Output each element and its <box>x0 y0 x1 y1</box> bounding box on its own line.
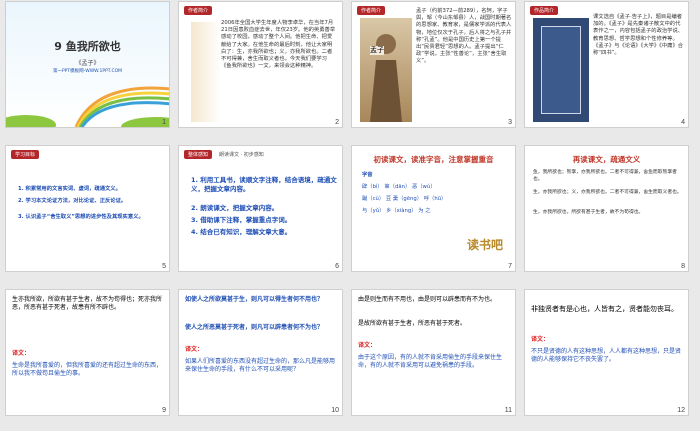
slide-thumbnail-3[interactable]: 作者简介 孟子 孟子（约前372—前289），名轲，字子舆，邹（今山东邹县）人，… <box>351 1 516 128</box>
task-item-1: 1. 利用工具书，读顺文字注释，结合语境，疏通文义，把握文章内容。 <box>191 176 337 193</box>
goal-item-2: 2. 学习本文论证方法，对比论证、正反论证。 <box>18 198 127 204</box>
source-text-1: 如使人之所欲莫甚于生，则凡可以得生者何不用也？ <box>185 296 324 303</box>
slide-number: 7 <box>508 263 512 270</box>
translation-text: 如果人们所喜爱的东西没有超过生命的，那么凡是能够用来保住生命的手段，有什么不可以… <box>185 358 336 373</box>
translation-text: 生命是我所喜爱的，但我所喜爱的还有超过生命的东西，所以我不做苟且偷生的事。 <box>12 362 163 377</box>
goal-item-3: 3. 认识孟子“舍生取义”思想的进步性及其现实意义。 <box>18 214 144 220</box>
translation-text: 由于这个原因，有的人就不肯采用偷生的手段来保住生命，有的人就不肯采用可以避免祸患… <box>358 354 503 369</box>
source-text: 非独贤者有是心也，人皆有之，贤者能勿丧耳。 <box>531 305 678 313</box>
slide-thumbnail-5[interactable]: 学习目标 1. 积累常用的文言实词、虚词，疏通文义。 2. 学习本文论证方法，对… <box>5 145 170 272</box>
work-paragraph: 课文选自《孟子·告子上》，题目是编者加的。《孟子》是先秦诸子散文中的代表作之一，… <box>593 14 684 57</box>
author-paragraph: 孟子（约前372—前289），名轲，字子舆，邹（今山东邹县）人，战国时期著名的思… <box>416 8 512 65</box>
slide-number: 1 <box>162 119 166 126</box>
portrait-image <box>360 18 412 122</box>
text-line-1: 鱼，我所欲也；熊掌，亦我所欲也。二者不可得兼，舍鱼而取熊掌者也。 <box>533 170 677 182</box>
slide-thumbnail-12[interactable]: 非独贤者有是心也，人皆有之，贤者能勿丧耳。 译文： 不只是贤德的人有这种思想，人… <box>524 289 689 416</box>
slide-number: 11 <box>504 407 512 414</box>
rainbow-illustration <box>6 86 169 127</box>
slide-number: 2 <box>335 119 339 126</box>
section-tag: 作品简介 <box>530 6 559 15</box>
sub-tag: 朗读课文 · 初步感知 <box>219 152 264 158</box>
slide-heading: 初读课文，读准字音，注意掌握重音 <box>373 155 494 164</box>
slide-number: 9 <box>162 407 166 414</box>
translation-label: 译文： <box>358 342 377 349</box>
translation-label: 译文： <box>185 346 204 353</box>
pronunciation-line-2: 蹴（cù） 豆 羹（gēng） 呼（hū） <box>362 196 447 202</box>
slide-thumbnail-11[interactable]: 由是则生而有不用也，由是则可以辟患而有不为也。 是故所欲有甚于生者，所恶有甚于死… <box>351 289 516 416</box>
slide-number: 6 <box>335 263 339 270</box>
slide-number: 12 <box>677 407 685 414</box>
slide-thumbnail-7[interactable]: 初读课文，读准字音，注意掌握重音 字音 辟（bì） 箪（dān） 恶（wù） 蹴… <box>351 145 516 272</box>
text-line-2: 生，亦我所欲也；义，亦我所欲也。二者不可得兼，舍生而取义者也。 <box>533 190 682 195</box>
slide-number: 3 <box>508 119 512 126</box>
slide-thumbnail-9[interactable]: 生亦我所欲，所欲有甚于生者，故不为苟得也；死亦我所恶，所恶有甚于死者，故患有所不… <box>5 289 170 416</box>
translation-label: 译文： <box>12 350 31 357</box>
figure-silhouette-icon <box>370 34 402 122</box>
slide-thumbnail-1[interactable]: 9 鱼我所欲也 《孟子》 第一PPT模板网-WWW.1PPT.COM 1 <box>5 1 170 128</box>
slide-thumbnail-2[interactable]: 作者简介 2006年全国大学生年度人物李卓华，在当年7月21日因患败血症去世，年… <box>178 1 343 128</box>
slide-title: 9 鱼我所欲也 <box>54 40 121 53</box>
book-cover-image <box>533 18 589 122</box>
slide-heading: 再读课文，疏通文义 <box>572 155 641 164</box>
slide-thumbnail-8[interactable]: 再读课文，疏通文义 鱼，我所欲也；熊掌，亦我所欲也。二者不可得兼，舍鱼而取熊掌者… <box>524 145 689 272</box>
task-item-3: 3. 借助课下注释，掌握重点字词。 <box>191 216 292 224</box>
slide-author: 《孟子》 <box>75 60 100 67</box>
slide-thumbnail-4[interactable]: 作品简介 课文选自《孟子·告子上》，题目是编者加的。《孟子》是先秦诸子散文中的代… <box>524 1 689 128</box>
text-line-3: 生，亦我所欲也，所欲有甚于生者，故不为苟得也。 <box>533 210 644 215</box>
pronunciation-label: 字音 <box>362 172 373 178</box>
slide-thumbnail-6[interactable]: 整体感知 朗读课文 · 初步感知 1. 利用工具书，读顺文字注释，结合语境，疏通… <box>178 145 343 272</box>
intro-paragraph: 2006年全国大学生年度人物李卓华，在当年7月21日因患败血症去世，年仅23岁。… <box>221 20 336 70</box>
goal-item-1: 1. 积累常用的文言实词、虚词，疏通文义。 <box>18 186 121 192</box>
slide-number: 8 <box>681 263 685 270</box>
read-logo: 读书吧 <box>466 238 503 252</box>
source-text-2: 使人之所恶莫甚于死者，则凡可以辟患者何不为也？ <box>185 324 324 331</box>
section-tag: 作者简介 <box>184 6 213 15</box>
pronunciation-line-1: 辟（bì） 箪（dān） 恶（wù） <box>362 184 436 190</box>
section-tag: 整体感知 <box>184 150 213 159</box>
nameplate: 孟子 <box>370 46 384 55</box>
source-text: 生亦我所欲，所欲有甚于生者，故不为苟得也；死亦我所恶，所恶有甚于死者，故患有所不… <box>12 296 163 311</box>
bookmark-decoration <box>191 22 221 122</box>
source-text-1: 由是则生而有不用也，由是则可以辟患而有不为也。 <box>358 296 497 303</box>
task-item-4: 4. 结合已有知识，理解文章大意。 <box>191 228 292 236</box>
pronunciation-line-3: 与（yǔ） 乡（xiàng） 为 之 <box>362 208 431 214</box>
slide-number: 4 <box>681 119 685 126</box>
translation-text: 不只是贤德的人有这种思想，人人都有这种思想，只是贤德的人能够保持它不丧失罢了。 <box>531 348 682 363</box>
task-item-2: 2. 朗读课文，把握文章内容。 <box>191 204 279 212</box>
section-tag: 作者简介 <box>357 6 386 15</box>
site-label: 第一PPT模板网-WWW.1PPT.COM <box>52 69 123 74</box>
slide-number: 10 <box>331 407 339 414</box>
slide-number: 5 <box>162 263 166 270</box>
source-text-2: 是故所欲有甚于生者，所恶有甚于死者。 <box>358 320 467 327</box>
section-tag: 学习目标 <box>11 150 40 159</box>
translation-label: 译文： <box>531 336 550 343</box>
slide-thumbnail-10[interactable]: 如使人之所欲莫甚于生，则凡可以得生者何不用也？ 使人之所恶莫甚于死者，则凡可以辟… <box>178 289 343 416</box>
